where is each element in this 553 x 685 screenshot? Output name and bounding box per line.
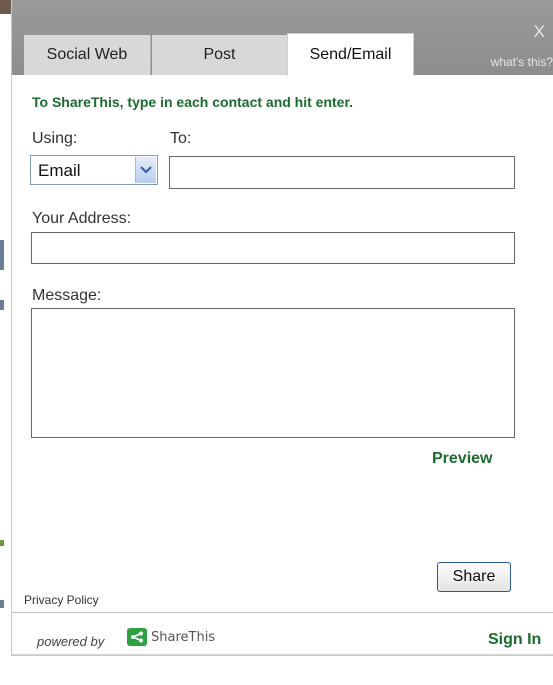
whats-this-link[interactable]: what's this? (491, 55, 553, 69)
share-button[interactable]: Share (437, 562, 511, 592)
instruction-text: To ShareThis, type in each contact and h… (32, 94, 354, 110)
widget-header: Social Web Post Send/Email X what's this… (12, 0, 553, 76)
message-textarea[interactable] (31, 308, 515, 438)
close-button[interactable]: X (534, 22, 545, 42)
chevron-down-icon[interactable] (135, 157, 156, 183)
bottom-border (12, 654, 553, 655)
sharethis-widget: Social Web Post Send/Email X what's this… (12, 0, 553, 655)
to-input[interactable] (169, 156, 515, 189)
using-select-value: Email (38, 161, 81, 180)
your-address-input[interactable] (31, 232, 515, 264)
powered-by-text: powered by (37, 634, 105, 649)
tab-social-web[interactable]: Social Web (24, 35, 151, 75)
using-select[interactable]: Email (30, 155, 158, 185)
to-label: To: (170, 130, 192, 147)
tab-post[interactable]: Post (152, 35, 288, 75)
preview-link[interactable]: Preview (432, 450, 492, 468)
sharethis-logo[interactable]: ShareThis (127, 628, 215, 646)
your-address-label: Your Address: (32, 210, 132, 227)
message-label: Message: (32, 287, 102, 304)
sign-in-link[interactable]: Sign In (488, 631, 541, 649)
sharethis-brand-text: ShareThis (151, 629, 216, 645)
privacy-policy-link[interactable]: Privacy Policy (24, 593, 99, 607)
footer-divider (12, 612, 553, 613)
tab-send-email[interactable]: Send/Email (287, 33, 414, 76)
using-label: Using: (32, 130, 78, 147)
share-icon (127, 628, 147, 646)
